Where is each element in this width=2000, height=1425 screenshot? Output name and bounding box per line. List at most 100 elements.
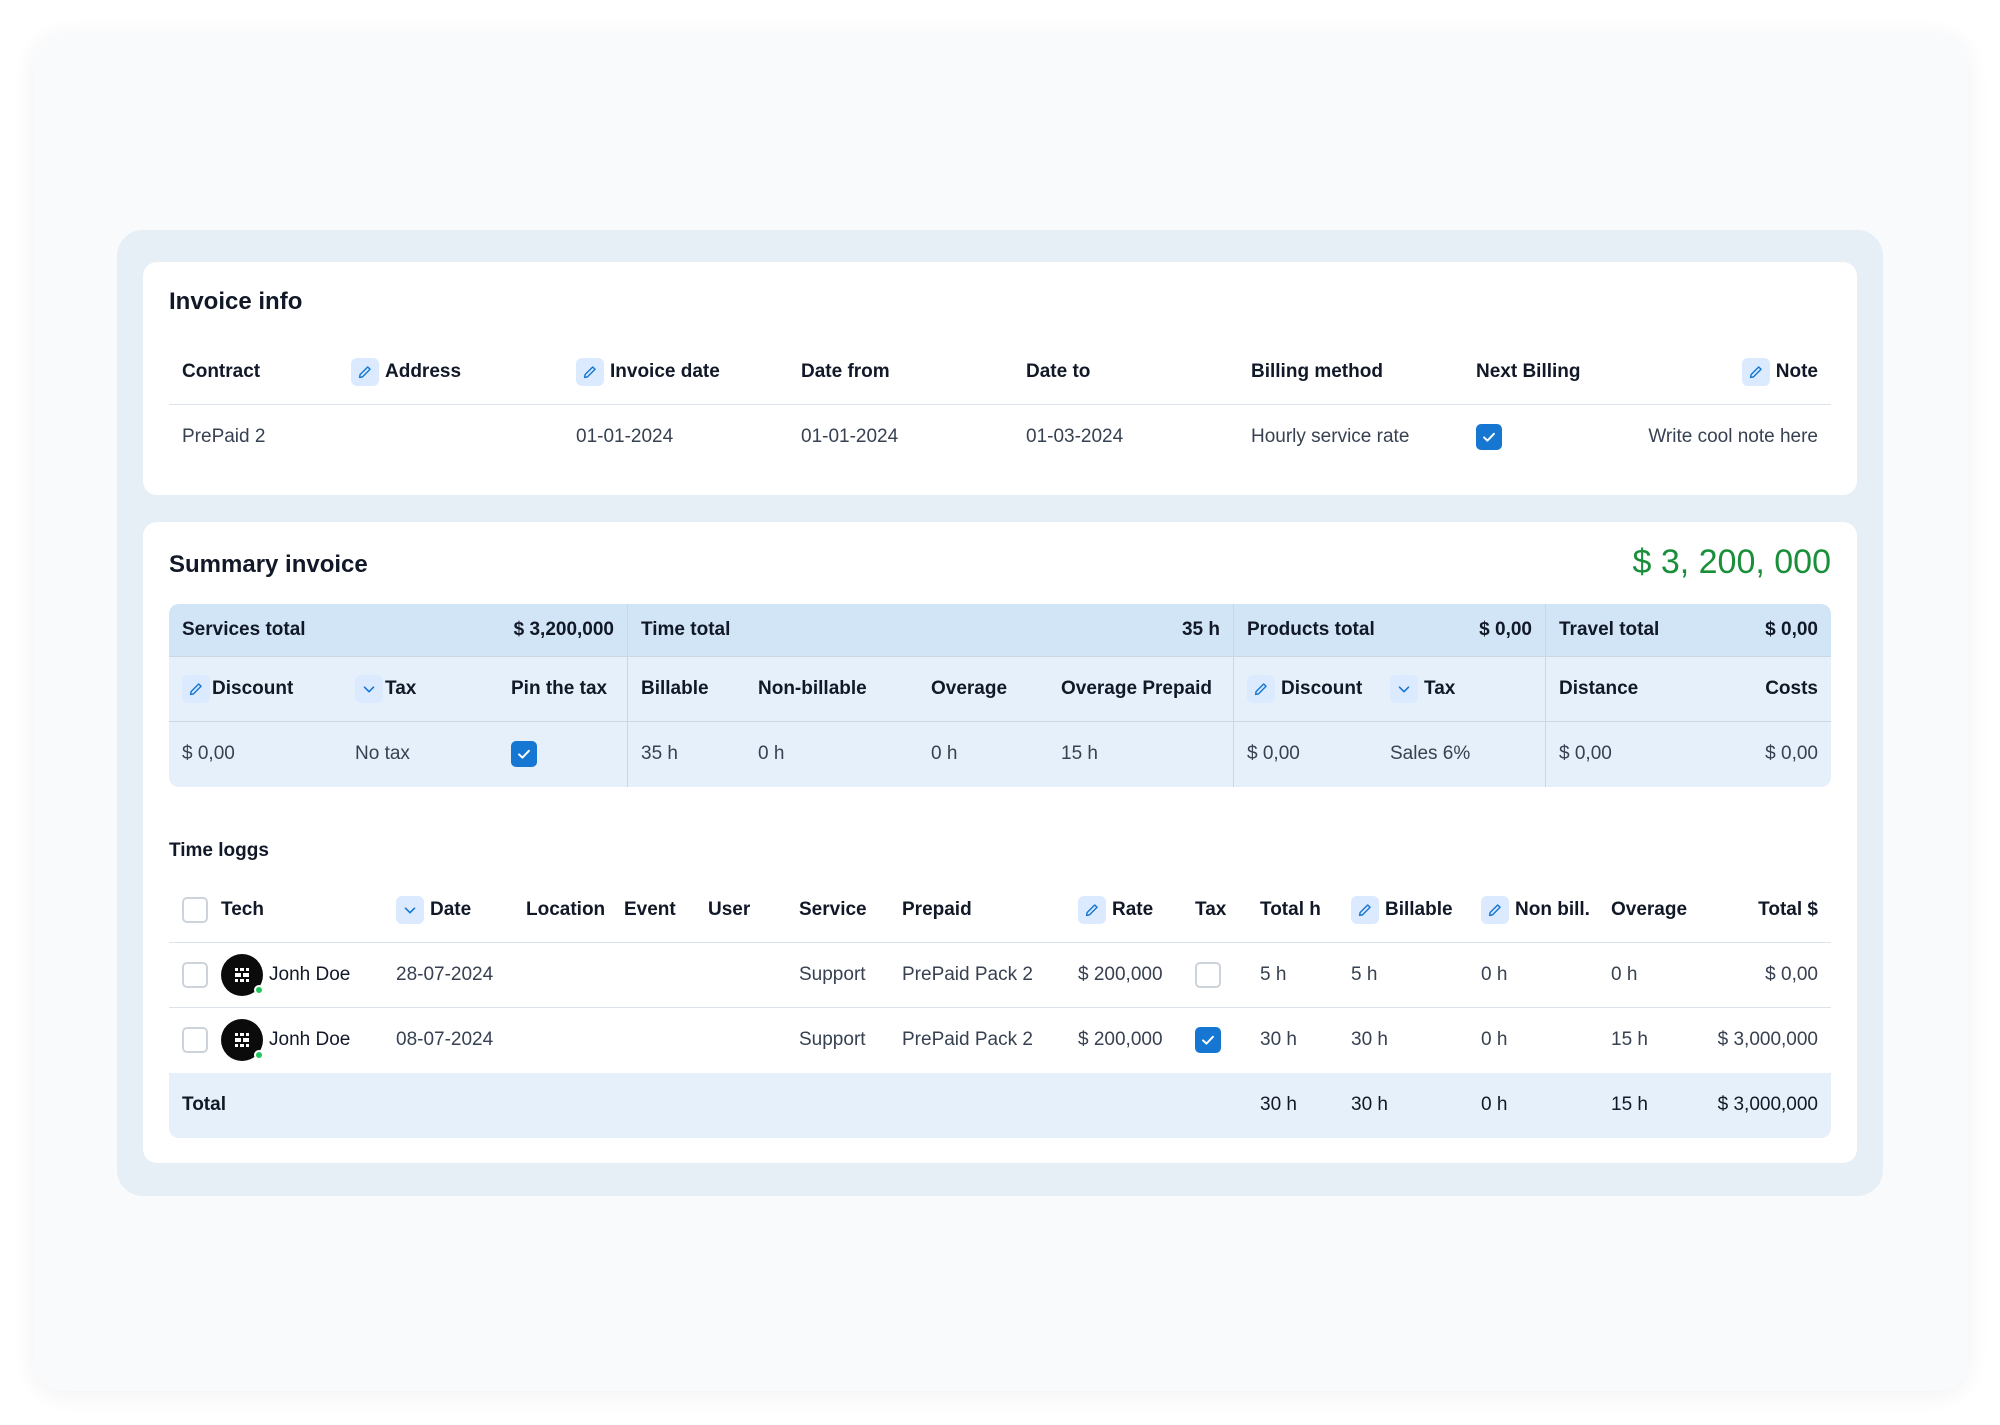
invoice-info-title: Invoice info — [169, 288, 303, 315]
billable-col-header[interactable]: Billable — [1351, 895, 1453, 925]
travel-total-label: Travel total — [1559, 619, 1660, 640]
products-total-value: $ 0,00 — [1479, 619, 1532, 640]
divider — [1545, 604, 1546, 787]
header-invoice-date[interactable]: Invoice date — [576, 357, 720, 387]
avatar — [221, 1019, 264, 1061]
products-discount-header[interactable]: Discount — [1247, 674, 1362, 704]
check-icon — [1483, 432, 1495, 442]
header-date-to: Date to — [1026, 361, 1091, 382]
pin-the-tax-header: Pin the tax — [511, 678, 608, 699]
pencil-icon[interactable] — [1351, 896, 1379, 924]
billable-value[interactable]: 5 h — [1351, 960, 1377, 990]
non-bill-sum: 0 h — [1481, 1094, 1508, 1115]
tax-checkbox[interactable] — [1195, 962, 1221, 988]
service-value: Support — [799, 964, 866, 985]
total-h-header: Total h — [1260, 899, 1321, 920]
divider — [169, 721, 1831, 722]
header-note-label: Note — [1775, 361, 1818, 382]
header-invoice-date-label: Invoice date — [610, 361, 720, 382]
billable-col-header-label: Billable — [1385, 899, 1453, 920]
rate-value[interactable]: $ 200,000 — [1078, 960, 1163, 990]
pencil-icon[interactable] — [576, 358, 604, 386]
pin-the-tax-checkbox[interactable] — [511, 741, 537, 767]
tech-name: Jonh Doe — [269, 964, 351, 985]
total-dollar-value: $ 0,00 — [1765, 964, 1818, 985]
products-discount-value[interactable]: $ 0,00 — [1247, 739, 1300, 769]
prepaid-header: Prepaid — [902, 899, 972, 920]
non-billable-header: Non-billable — [758, 678, 867, 699]
tech-logo-icon — [235, 1033, 249, 1047]
costs-value: $ 0,00 — [1765, 743, 1818, 764]
prepaid-value: PrePaid Pack 2 — [902, 1029, 1033, 1050]
chevron-down-icon[interactable] — [1390, 675, 1418, 703]
select-all-checkbox[interactable] — [182, 897, 208, 923]
rate-value[interactable]: $ 200,000 — [1078, 1025, 1163, 1055]
date-header-label: Date — [430, 899, 472, 920]
pencil-icon[interactable] — [1481, 896, 1509, 924]
services-total-label: Services total — [182, 619, 306, 640]
products-tax-value[interactable]: Sales 6% — [1390, 739, 1470, 769]
overage-col-header: Overage — [1611, 899, 1688, 920]
header-note[interactable]: Note — [1700, 357, 1818, 387]
date-value: 28-07-2024 — [396, 964, 494, 985]
date-from-value: 01-01-2024 — [801, 426, 899, 447]
summary-tax-header[interactable]: Tax — [355, 674, 416, 704]
header-billing-method: Billing method — [1251, 361, 1383, 382]
check-icon — [1202, 1035, 1214, 1045]
billable-value: 35 h — [641, 743, 678, 764]
user-header: User — [708, 899, 751, 920]
divider — [169, 942, 1831, 943]
overage-prepaid-value: 15 h — [1061, 743, 1098, 764]
overage-value: 0 h — [931, 743, 958, 764]
billable-value[interactable]: 30 h — [1351, 1025, 1388, 1055]
summary-discount-header[interactable]: Discount — [182, 674, 293, 704]
pencil-icon[interactable] — [1247, 675, 1275, 703]
non-bill-header[interactable]: Non bill. — [1481, 895, 1590, 925]
products-total-label: Products total — [1247, 619, 1375, 640]
total-label: Total — [182, 1094, 226, 1115]
divider — [169, 404, 1831, 405]
time-total-label: Time total — [641, 619, 731, 640]
costs-header: Costs — [1765, 678, 1818, 699]
travel-total-value: $ 0,00 — [1765, 619, 1818, 640]
overage-value: 0 h — [1611, 964, 1638, 985]
pencil-icon[interactable] — [1078, 896, 1106, 924]
pencil-icon[interactable] — [351, 358, 379, 386]
time-total-value: 35 h — [1181, 619, 1220, 640]
header-address[interactable]: Address — [351, 357, 461, 387]
non-bill-value[interactable]: 0 h — [1481, 960, 1507, 990]
total-h-value: 5 h — [1260, 964, 1287, 985]
summary-discount-value[interactable]: $ 0,00 — [182, 739, 235, 769]
billable-header: Billable — [641, 678, 709, 699]
date-to-value: 01-03-2024 — [1026, 426, 1124, 447]
invoice-date-value[interactable]: 01-01-2024 — [576, 422, 673, 452]
products-tax-header[interactable]: Tax — [1390, 674, 1455, 704]
rate-header[interactable]: Rate — [1078, 895, 1153, 925]
total-h-value: 30 h — [1260, 1029, 1297, 1050]
next-billing-checkbox[interactable] — [1476, 424, 1502, 450]
note-value[interactable]: Write cool note here — [1560, 422, 1818, 452]
divider — [1233, 604, 1234, 787]
grand-total: $ 3, 200, 000 — [1632, 543, 1831, 581]
total-dollar-sum: $ 3,000,000 — [1717, 1094, 1818, 1115]
non-bill-header-label: Non bill. — [1515, 899, 1590, 920]
time-logs-title: Time loggs — [169, 840, 269, 861]
row-checkbox[interactable] — [182, 962, 208, 988]
billing-method-value: Hourly service rate — [1251, 426, 1410, 447]
pencil-icon[interactable] — [182, 675, 210, 703]
prepaid-value: PrePaid Pack 2 — [902, 964, 1033, 985]
pencil-icon[interactable] — [1741, 358, 1770, 386]
chevron-down-icon[interactable] — [396, 896, 424, 924]
row-checkbox[interactable] — [182, 1027, 208, 1053]
services-total-value: $ 3,200,000 — [513, 619, 614, 640]
chevron-down-icon[interactable] — [355, 675, 383, 703]
tech-logo-icon — [235, 968, 249, 982]
date-header[interactable]: Date — [396, 895, 471, 925]
event-header: Event — [624, 899, 676, 920]
header-date-from: Date from — [801, 361, 890, 382]
check-icon — [518, 749, 530, 759]
summary-tax-value[interactable]: No tax — [355, 739, 410, 769]
service-value: Support — [799, 1029, 866, 1050]
non-bill-value[interactable]: 0 h — [1481, 1025, 1507, 1055]
tax-checkbox[interactable] — [1195, 1027, 1221, 1053]
